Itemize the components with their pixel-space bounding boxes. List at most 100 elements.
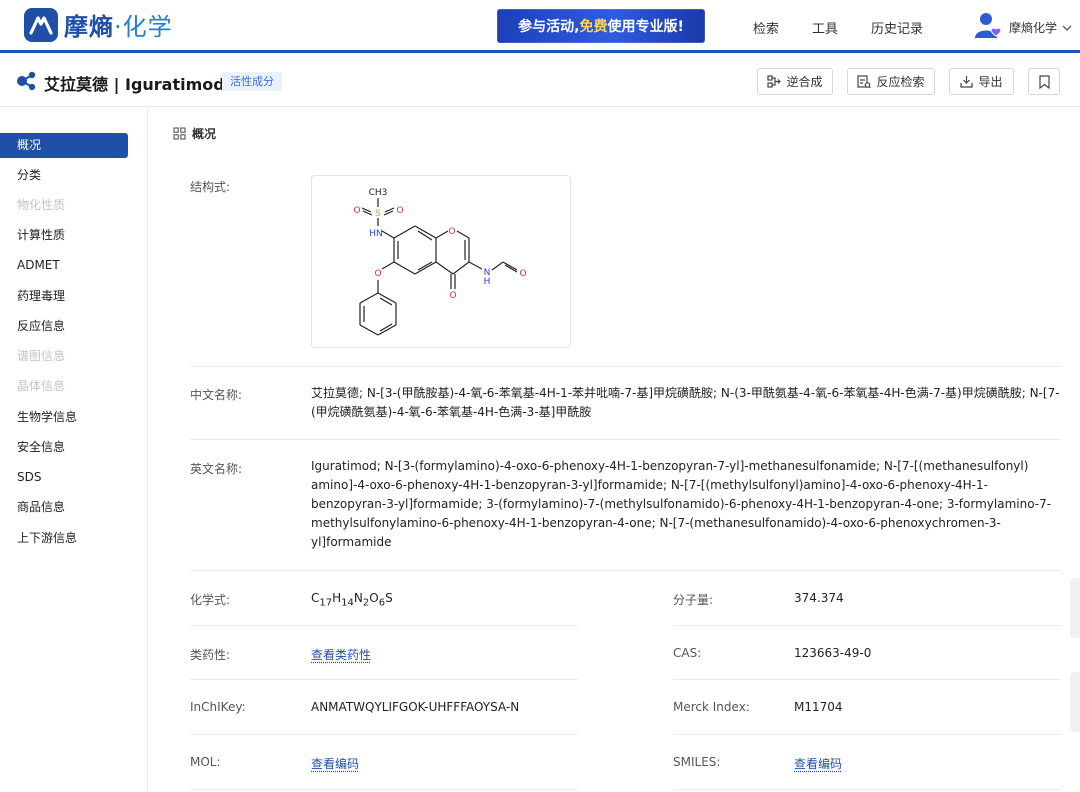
bookmark-button[interactable]: [1028, 68, 1060, 95]
compound-title-bar: 艾拉莫德 | Iguratimod 活性成分 逆合成 反应检索 导出: [0, 56, 1080, 107]
bookmark-icon: [1038, 74, 1050, 89]
mw-label: 分子量:: [673, 593, 714, 607]
atom-sulfonamide-nh: HN: [369, 229, 383, 239]
grid-icon: [173, 127, 186, 140]
chevron-down-icon: [1062, 20, 1072, 35]
divider: [190, 734, 578, 735]
user-name: 摩熵化学: [1009, 20, 1058, 35]
atom-formamide-h: H: [484, 277, 491, 287]
sidebar-item-overview[interactable]: 概况: [0, 133, 128, 158]
formula-h: H: [332, 591, 342, 605]
brand-name: 摩熵·化学: [64, 7, 173, 42]
atom-sulfonyl-o1: O: [353, 206, 360, 216]
druglike-link[interactable]: 查看类药性: [311, 646, 371, 663]
cn-name-value: 艾拉莫德; N-[3-(甲酰胺基)-4-氧-6-苯氧基-4H-1-苯并吡喃-7-…: [311, 386, 1060, 419]
sidebar-item-products[interactable]: 商品信息: [0, 495, 128, 520]
floating-side-tab[interactable]: [1070, 672, 1080, 732]
brand-name-dot: ·: [114, 13, 123, 41]
atom-ch3: CH3: [369, 188, 388, 198]
formula-value: C17H14N2O6S: [311, 591, 393, 608]
structure-image[interactable]: CH3 S O O HN O O O N H O: [311, 175, 571, 348]
divider: [190, 439, 1061, 440]
sidebar-item-reactions[interactable]: 反应信息: [0, 314, 128, 339]
divider: [673, 679, 1061, 680]
structure-label: 结构式:: [190, 180, 231, 194]
formula-c-count: 17: [319, 597, 333, 609]
overview-heading: 概况: [173, 125, 216, 142]
promo-text-pre: 参与活动,: [518, 19, 580, 35]
reaction-search-label: 反应检索: [876, 75, 925, 89]
divider: [673, 789, 1061, 790]
formula-h-count: 14: [341, 597, 354, 609]
divider: [673, 625, 1061, 626]
user-avatar-icon: [973, 10, 1003, 44]
user-menu[interactable]: 摩熵化学: [973, 10, 1072, 44]
cas-value: 123663-49-0: [794, 646, 872, 660]
brand-name-accent: 化学: [122, 13, 173, 41]
mol-label: MOL:: [190, 755, 221, 769]
compound-title: 艾拉莫德 | Iguratimod: [44, 75, 225, 94]
mw-value: 374.374: [794, 591, 844, 605]
molecule-structure-drawing: CH3 S O O HN O O O N H O: [353, 188, 527, 336]
sidebar-item-sds[interactable]: SDS: [0, 465, 128, 490]
atom-ring-oxygen: O: [448, 227, 455, 237]
nav-search[interactable]: 检索: [753, 18, 779, 37]
floating-side-tab[interactable]: [1070, 578, 1080, 638]
download-icon: [960, 76, 974, 88]
smiles-code-link[interactable]: 查看编码: [794, 755, 842, 772]
sidebar-item-safety[interactable]: 安全信息: [0, 435, 128, 460]
atom-sulfur: S: [375, 209, 381, 219]
divider: [190, 366, 1061, 367]
brand-logo[interactable]: 摩熵·化学: [24, 7, 173, 42]
divider: [190, 679, 578, 680]
sidebar-item-spectra: 谱图信息: [17, 349, 66, 363]
retrosynthesis-button[interactable]: 逆合成: [757, 68, 833, 95]
compound-type-tag: 活性成分: [222, 72, 282, 91]
inchikey-label: InChIKey:: [190, 700, 246, 714]
sidebar-item-biology[interactable]: 生物学信息: [0, 405, 128, 430]
atom-aldehyde-oxygen: O: [519, 269, 526, 279]
section-sidebar: 概况 分类 物化性质 计算性质 ADMET 药理毒理 反应信息 谱图信息 晶体信…: [0, 107, 148, 792]
sidebar-item-crystal: 晶体信息: [17, 379, 66, 393]
overview-heading-text: 概况: [192, 127, 217, 141]
reaction-search-icon: [857, 74, 872, 88]
retrosynthesis-label: 逆合成: [786, 75, 823, 89]
export-button[interactable]: 导出: [949, 68, 1014, 95]
export-label: 导出: [978, 75, 1003, 89]
divider: [673, 734, 1061, 735]
divider: [190, 625, 578, 626]
divider: [190, 570, 1061, 571]
reaction-search-button[interactable]: 反应检索: [847, 68, 935, 95]
atom-keto-oxygen: O: [449, 291, 456, 301]
sidebar-item-computed[interactable]: 计算性质: [0, 223, 128, 248]
mol-code-link[interactable]: 查看编码: [311, 755, 359, 772]
formula-label: 化学式:: [190, 593, 231, 607]
atom-ether-oxygen: O: [374, 269, 381, 279]
top-navigation-bar: 摩熵·化学 参与活动, 免费 使用专业版! 检索 工具 历史记录 摩熵化学: [0, 0, 1080, 53]
brand-mark-icon: [24, 7, 58, 42]
sidebar-item-supply-chain[interactable]: 上下游信息: [0, 526, 128, 551]
sidebar-item-physchem: 物化性质: [17, 198, 66, 212]
sidebar-item-admet[interactable]: ADMET: [0, 253, 128, 278]
en-name-value: Iguratimod; N-[3-(formylamino)-4-oxo-6-p…: [311, 459, 1052, 549]
brand-name-main: 摩熵: [64, 13, 114, 41]
atom-sulfonyl-o2: O: [396, 206, 403, 216]
formula-o: O: [369, 591, 379, 605]
promo-text-post: 使用专业版!: [607, 19, 684, 35]
merck-value: M11704: [794, 700, 843, 714]
formula-s: S: [385, 591, 393, 605]
formula-n: N: [353, 591, 363, 605]
nav-history[interactable]: 历史记录: [871, 18, 923, 37]
sidebar-item-classification[interactable]: 分类: [0, 163, 128, 188]
sidebar-item-pharmacology[interactable]: 药理毒理: [0, 284, 128, 309]
promo-banner[interactable]: 参与活动, 免费 使用专业版!: [497, 9, 705, 43]
merck-label: Merck Index:: [673, 700, 750, 714]
druglike-label: 类药性:: [190, 648, 231, 662]
smiles-label: SMILES:: [673, 755, 721, 769]
nav-tools[interactable]: 工具: [812, 18, 838, 37]
retrosynthesis-icon: [767, 75, 782, 88]
inchikey-value: ANMATWQYLIFGOK-UHFFFAOYSA-N: [311, 700, 520, 714]
cn-name-label: 中文名称:: [190, 388, 243, 402]
cas-label: CAS:: [673, 646, 702, 660]
divider: [190, 789, 578, 790]
